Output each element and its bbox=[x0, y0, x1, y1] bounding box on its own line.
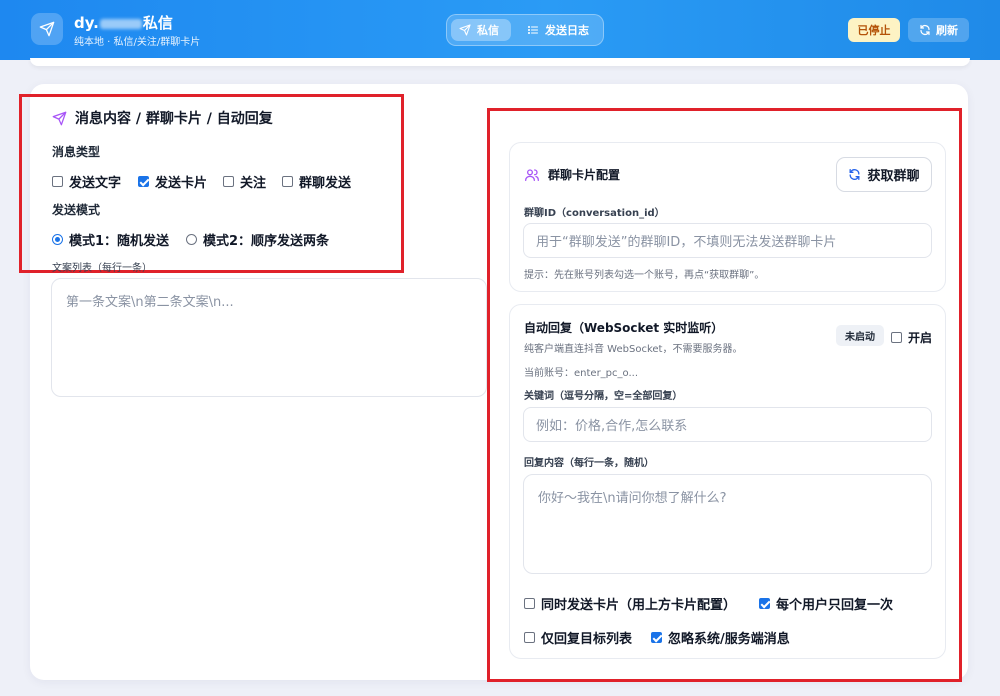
status-badge: 已停止 bbox=[848, 18, 900, 42]
group-id-label: 群聊ID（conversation_id） bbox=[524, 208, 665, 219]
send-icon bbox=[39, 21, 55, 37]
users-icon bbox=[525, 168, 539, 181]
auto-reply-enable[interactable]: 开启 bbox=[891, 329, 932, 346]
option-label: 忽略系统/服务端消息 bbox=[668, 632, 790, 647]
current-account: 当前账号：enter_pc_o... bbox=[524, 368, 638, 379]
redacted-name bbox=[99, 18, 142, 29]
option-label: 仅回复目标列表 bbox=[541, 632, 633, 647]
refresh-button[interactable]: 刷新 bbox=[908, 18, 969, 42]
reply-content-textarea[interactable]: 你好～我在\n请问你想了解什么? bbox=[523, 474, 932, 574]
group-card-title: 群聊卡片配置 bbox=[524, 166, 620, 183]
fetch-group-button[interactable]: 获取群聊 bbox=[836, 157, 932, 192]
option-send-card[interactable]: 同时发送卡片（用上方卡片配置） bbox=[524, 594, 736, 613]
app-title-suffix: 私信 bbox=[142, 14, 173, 32]
option-target-only[interactable]: 仅回复目标列表 bbox=[524, 628, 632, 647]
group-id-input[interactable]: 用于“群聊发送”的群聊ID，不填则无法发送群聊卡片 bbox=[523, 223, 932, 258]
auto-reply-status: 未启动 bbox=[836, 325, 884, 346]
fetch-group-label: 获取群聊 bbox=[867, 169, 920, 184]
refresh-label: 刷新 bbox=[936, 24, 958, 37]
tab-private-message[interactable]: 私信 bbox=[451, 19, 511, 41]
app-header: dy. 私信 纯本地 · 私信/关注/群聊卡片 私信 发送日志 已停止 刷新 bbox=[0, 0, 1000, 60]
logo bbox=[31, 13, 63, 45]
highlight-box-left bbox=[19, 94, 404, 273]
option-label: 同时发送卡片（用上方卡片配置） bbox=[541, 598, 737, 613]
keywords-input[interactable]: 例如：价格,合作,怎么联系 bbox=[523, 407, 932, 442]
list-icon bbox=[527, 25, 539, 35]
checkbox[interactable] bbox=[524, 598, 535, 609]
app-subtitle: 纯本地 · 私信/关注/群聊卡片 bbox=[74, 37, 201, 48]
checkbox[interactable] bbox=[524, 632, 535, 643]
auto-reply-title: 自动回复（WebSocket 实时监听） bbox=[524, 321, 724, 335]
option-label: 每个用户只回复一次 bbox=[776, 598, 894, 613]
send-icon bbox=[459, 24, 471, 36]
option-ignore-system[interactable]: 忽略系统/服务端消息 bbox=[651, 628, 790, 647]
checkbox[interactable] bbox=[759, 598, 770, 609]
checkbox[interactable] bbox=[651, 632, 662, 643]
tab-label: 发送日志 bbox=[545, 24, 589, 37]
option-reply-once[interactable]: 每个用户只回复一次 bbox=[759, 594, 893, 613]
app-title-prefix: dy. bbox=[74, 14, 99, 32]
reply-content-label: 回复内容（每行一条，随机） bbox=[524, 458, 654, 469]
refresh-icon bbox=[920, 24, 930, 36]
copy-list-label: 文案列表（每行一条） bbox=[52, 263, 152, 274]
refresh-icon bbox=[850, 168, 860, 181]
checkbox[interactable] bbox=[891, 332, 902, 343]
app-title: dy. 私信 bbox=[74, 12, 173, 33]
option-label: 开启 bbox=[908, 331, 933, 345]
group-card-hint: 提示：先在账号列表勾选一个账号，再点“获取群聊”。 bbox=[524, 270, 765, 281]
auto-reply-description: 纯客户端直连抖音 WebSocket，不需要服务器。 bbox=[524, 344, 743, 355]
top-card bbox=[30, 58, 970, 66]
nav-tabs: 私信 发送日志 bbox=[446, 14, 604, 46]
tab-label: 私信 bbox=[477, 24, 499, 37]
keywords-label: 关键词（逗号分隔，空=全部回复） bbox=[524, 391, 683, 402]
section-title-text: 群聊卡片配置 bbox=[548, 168, 621, 182]
tab-send-log[interactable]: 发送日志 bbox=[519, 19, 597, 41]
copy-list-textarea[interactable]: 第一条文案\n第二条文案\n... bbox=[51, 278, 487, 397]
